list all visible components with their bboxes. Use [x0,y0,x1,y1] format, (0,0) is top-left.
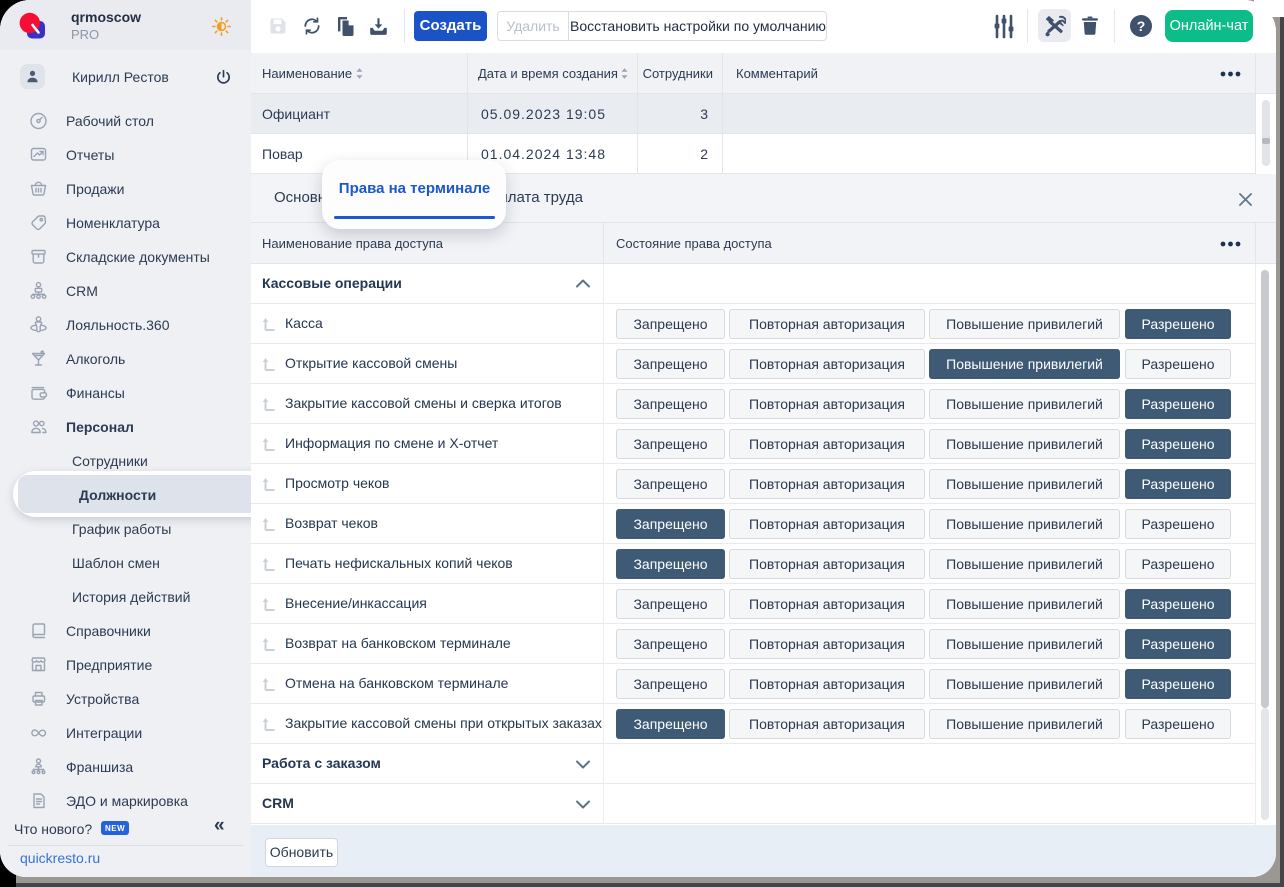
svg-text:?: ? [1137,18,1146,34]
